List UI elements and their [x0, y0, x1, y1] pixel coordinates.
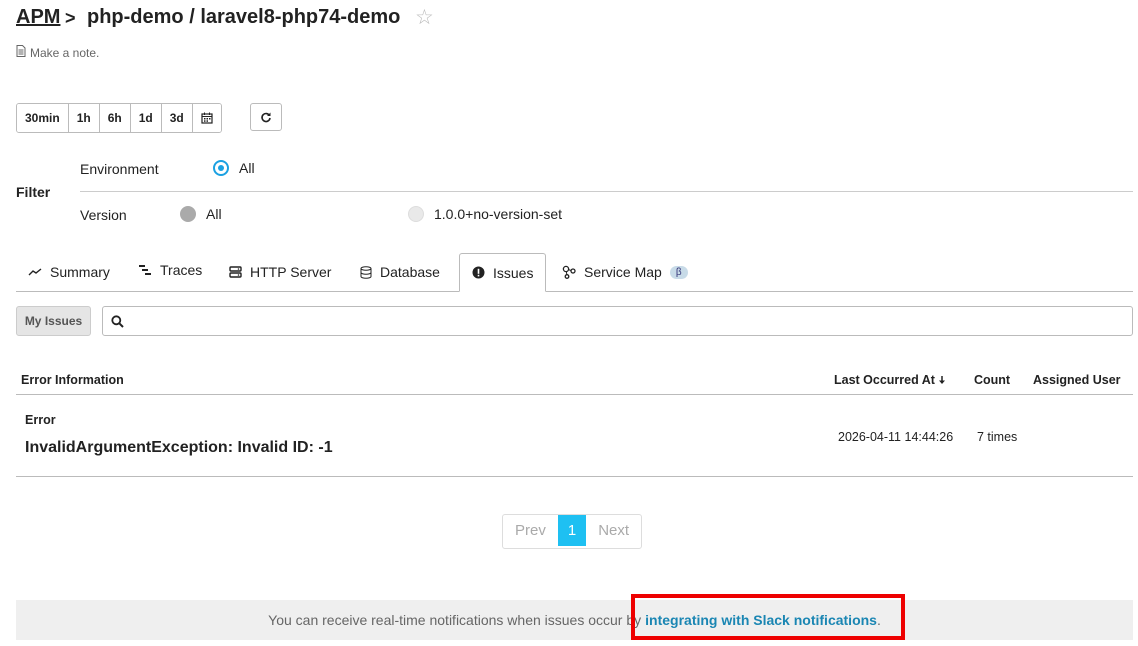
tab-label: Summary — [50, 264, 110, 280]
sort-down-icon — [938, 376, 945, 384]
environment-label: Environment — [80, 161, 159, 177]
tab-summary[interactable]: Summary — [16, 253, 122, 291]
radio-label: 1.0.0+no-version-set — [434, 206, 563, 222]
alert-icon — [472, 266, 485, 279]
column-header-error-information: Error Information — [21, 373, 124, 387]
tab-label: Traces — [160, 262, 203, 278]
calendar-button[interactable] — [192, 104, 221, 132]
note-link[interactable]: Make a note. — [16, 45, 99, 60]
refresh-button[interactable] — [250, 103, 282, 131]
radio-icon — [408, 206, 424, 222]
issue-last-occurred: 2026-04-11 14:44:26 — [838, 430, 954, 444]
radio-label: All — [239, 160, 255, 176]
column-header-last-occurred[interactable]: Last Occurred At — [834, 373, 946, 387]
radio-icon — [180, 206, 196, 222]
column-header-count: Count — [974, 373, 1011, 387]
next-page-button[interactable]: Next — [586, 515, 641, 546]
version-radio-all[interactable]: All — [180, 206, 222, 222]
filter-label: Filter — [16, 184, 51, 200]
database-icon — [360, 265, 372, 279]
refresh-icon — [261, 112, 271, 123]
page-1-button[interactable]: 1 — [557, 515, 587, 546]
service-map-icon — [562, 265, 576, 279]
prev-page-button[interactable]: Prev — [503, 515, 558, 546]
trend-icon — [28, 268, 42, 276]
favorite-star-icon[interactable]: ☆ — [415, 5, 434, 30]
traces-icon — [139, 265, 151, 275]
tab-label: Issues — [493, 264, 534, 281]
issue-message-link[interactable]: InvalidArgumentException: Invalid ID: -1 — [25, 439, 333, 457]
tab-bar: Summary Traces HTTP Server Database Issu… — [16, 253, 1133, 292]
tab-http-server[interactable]: HTTP Server — [217, 253, 343, 291]
time-1d-button[interactable]: 1d — [130, 104, 162, 132]
highlight-box — [631, 594, 905, 640]
breadcrumb-apm-link[interactable]: APM — [16, 6, 60, 29]
tab-issues[interactable]: Issues — [459, 253, 547, 292]
tab-service-map[interactable]: Service Map β — [550, 253, 700, 291]
server-icon — [229, 266, 242, 278]
filter-divider — [80, 191, 1133, 192]
issue-count: 7 times — [977, 430, 1018, 444]
column-header-assigned-user: Assigned User — [1033, 373, 1121, 387]
my-issues-button[interactable]: My Issues — [16, 306, 91, 336]
search-input[interactable] — [130, 312, 1132, 330]
search-box — [102, 306, 1133, 336]
tab-label: HTTP Server — [250, 264, 332, 280]
time-6h-button[interactable]: 6h — [99, 104, 131, 132]
radio-label: All — [206, 206, 222, 222]
radio-selected-icon — [213, 160, 229, 176]
calendar-icon — [201, 112, 213, 124]
environment-radio-all[interactable]: All — [213, 160, 255, 176]
tab-traces[interactable]: Traces — [126, 251, 214, 289]
time-3d-button[interactable]: 3d — [161, 104, 193, 132]
document-icon — [16, 45, 26, 60]
page-title: php-demo / laravel8-php74-demo — [87, 6, 401, 28]
pagination: Prev 1 Next — [502, 514, 643, 549]
breadcrumb-separator: > — [65, 8, 76, 28]
issue-type: Error — [25, 413, 56, 427]
beta-badge: β — [669, 265, 688, 279]
search-icon — [111, 314, 124, 328]
tab-label: Database — [380, 264, 440, 280]
note-placeholder: Make a note. — [30, 45, 100, 60]
tab-database[interactable]: Database — [348, 253, 452, 291]
version-label: Version — [80, 207, 127, 223]
version-radio-no-version[interactable]: 1.0.0+no-version-set — [408, 206, 562, 222]
notice-text: You can receive real-time notifications … — [268, 612, 642, 628]
time-range-group: 30min 1h 6h 1d 3d — [16, 103, 222, 133]
tab-label: Service Map — [584, 264, 662, 280]
slack-notice-banner: You can receive real-time notifications … — [16, 600, 1133, 640]
table-row-divider — [16, 476, 1133, 477]
time-30min-button[interactable]: 30min — [17, 104, 69, 132]
time-1h-button[interactable]: 1h — [68, 104, 100, 132]
column-header-label: Last Occurred At — [834, 373, 935, 387]
table-header-divider — [16, 394, 1133, 395]
